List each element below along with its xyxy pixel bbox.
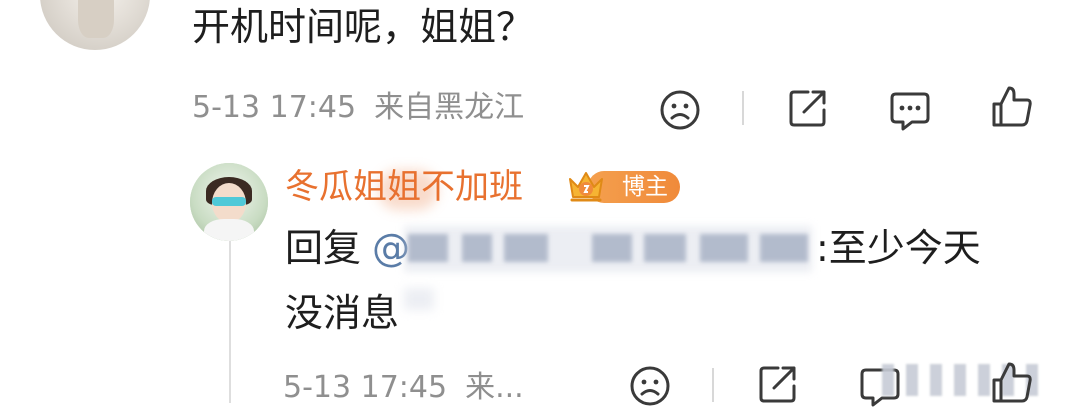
reply-share-button[interactable]	[756, 362, 800, 406]
avatar-glasses	[212, 197, 246, 206]
reply-date: 5-13 17:45	[283, 370, 448, 405]
thumbs-up-icon	[992, 362, 1032, 403]
reply-text-line1: :至少今天	[816, 226, 981, 270]
reply-dislike-button[interactable]	[628, 364, 672, 408]
commenter-avatar[interactable]	[40, 0, 150, 50]
redaction-block	[408, 234, 448, 262]
redaction-block	[700, 234, 748, 262]
share-icon	[759, 366, 796, 403]
action-divider	[742, 91, 744, 125]
comment-text: 开机时间呢，姐姐？	[192, 5, 535, 49]
watermark-block	[978, 364, 990, 396]
redaction-block	[644, 234, 686, 262]
reply-text-line2: 没消息	[285, 291, 400, 335]
comment-button[interactable]	[888, 88, 932, 132]
comment-meta: 5-13 17:45 来自黑龙江	[192, 88, 524, 128]
name-blur-mark	[378, 170, 438, 210]
reply-action-divider	[712, 368, 714, 402]
comment-icon	[890, 92, 930, 131]
comment-date: 5-13 17:45	[192, 90, 357, 125]
redaction-block	[760, 234, 808, 262]
share-button[interactable]	[786, 86, 830, 130]
reply-location: 来...	[465, 370, 524, 405]
like-button[interactable]	[990, 84, 1034, 128]
watermark-block	[906, 364, 918, 396]
redaction-block	[462, 234, 492, 262]
sad-face-icon	[630, 366, 670, 406]
reply-meta: 5-13 17:45 来...	[283, 368, 524, 408]
watermark-block	[954, 364, 966, 396]
reply-author-avatar[interactable]	[190, 163, 268, 241]
watermark-block	[930, 364, 942, 396]
watermark-strip	[862, 364, 1080, 396]
watermark-block	[882, 364, 894, 396]
redacted-username	[404, 226, 812, 272]
avatar-body	[204, 219, 254, 241]
reply-like-button[interactable]	[990, 360, 1034, 404]
redaction-block	[504, 234, 548, 262]
thumbs-up-icon	[992, 86, 1032, 127]
reply-prefix: 回复	[285, 226, 362, 270]
redaction-block	[592, 234, 632, 262]
thread-line	[229, 232, 231, 403]
comment-location: 来自黑龙江	[374, 90, 525, 125]
share-icon	[789, 90, 826, 127]
redaction-haze	[404, 288, 434, 310]
crown-icon	[569, 172, 603, 202]
sad-face-icon	[660, 90, 700, 130]
avatar-figure	[78, 0, 114, 38]
dislike-button[interactable]	[658, 88, 702, 132]
